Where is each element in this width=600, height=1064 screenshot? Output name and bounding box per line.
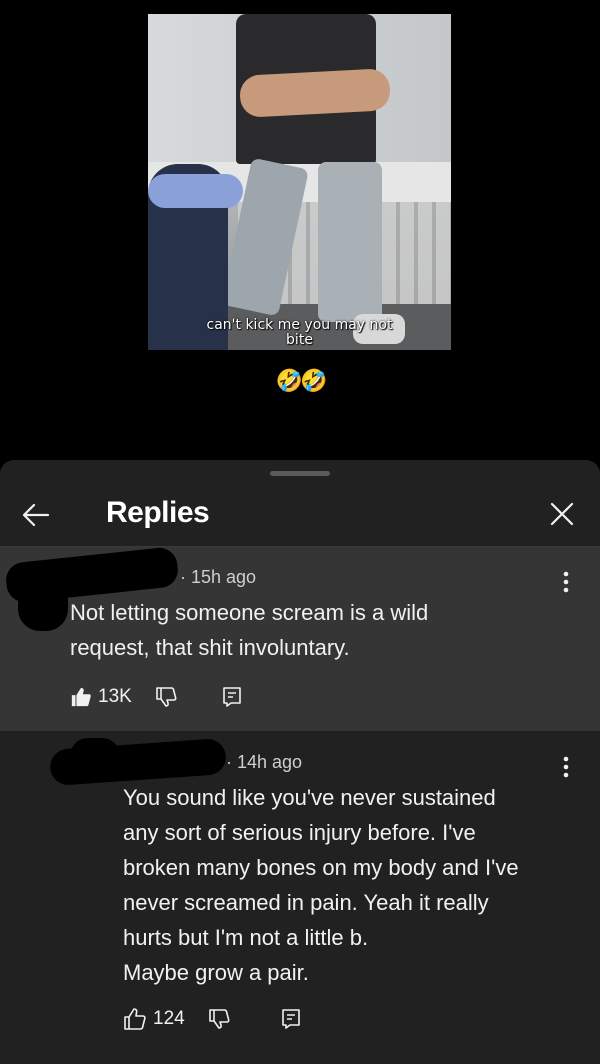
comment-actions: 124	[123, 1004, 303, 1034]
page-title: Replies	[106, 496, 210, 529]
like-button[interactable]: 124	[123, 1007, 185, 1031]
reply-button[interactable]	[220, 685, 244, 709]
reply-comment: · 14h ago You sound like you've never su…	[0, 732, 600, 1052]
video-scene-arms	[239, 68, 391, 118]
reply-icon	[220, 685, 244, 709]
video-caption: can't kick me you may not bite	[206, 317, 393, 348]
thumbs-up-icon	[70, 686, 92, 708]
thumbs-down-icon	[154, 685, 178, 709]
more-vertical-icon[interactable]	[554, 567, 578, 597]
like-count: 13K	[98, 686, 132, 707]
comment-text: You sound like you've never sustained an…	[123, 785, 519, 985]
drag-handle[interactable]	[270, 471, 330, 476]
comment-time: 15h ago	[191, 567, 257, 587]
comment-text: Not letting someone scream is a wild req…	[70, 600, 429, 660]
like-button[interactable]: 13K	[70, 686, 132, 708]
video-scene-leg-right	[318, 162, 382, 322]
back-arrow-icon[interactable]	[14, 494, 56, 536]
reply-button[interactable]	[279, 1007, 303, 1031]
reply-icon	[279, 1007, 303, 1031]
like-count: 124	[153, 1008, 185, 1029]
close-icon[interactable]	[544, 496, 580, 532]
video-thumbnail[interactable]	[148, 14, 451, 350]
dislike-button[interactable]	[207, 1007, 231, 1031]
comment-timestamp: · 15h ago	[180, 567, 257, 587]
comment-actions: 13K	[70, 682, 244, 712]
comment-time: 14h ago	[237, 752, 303, 772]
comment-timestamp: · 14h ago	[226, 752, 303, 772]
replies-sheet: Replies · 15h ago Not letting someone sc…	[0, 460, 600, 1064]
dislike-button[interactable]	[154, 685, 178, 709]
sheet-header: Replies	[0, 482, 600, 546]
thumbs-up-icon	[123, 1007, 147, 1031]
video-area[interactable]: can't kick me you may not bite 🤣🤣	[0, 0, 600, 460]
video-scene-nurse-arm	[148, 174, 243, 208]
thumbs-down-icon	[207, 1007, 231, 1031]
emoji-reaction: 🤣🤣	[275, 368, 328, 393]
more-vertical-icon[interactable]	[554, 752, 578, 782]
highlighted-comment: · 15h ago Not letting someone scream is …	[0, 546, 600, 731]
redacted-avatar	[18, 571, 68, 631]
redacted-avatar	[70, 738, 120, 778]
